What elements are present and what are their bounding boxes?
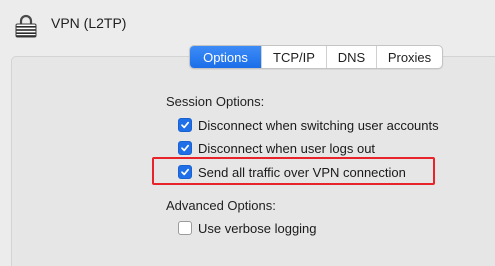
advanced-options-heading: Advanced Options: (166, 198, 276, 213)
verbose-logging-option[interactable]: Use verbose logging (178, 219, 317, 237)
tab-proxies[interactable]: Proxies (376, 46, 442, 68)
disconnect-switching-label[interactable]: Disconnect when switching user accounts (198, 118, 439, 133)
vpn-lock-icon (13, 13, 39, 39)
tab-options[interactable]: Options (190, 46, 261, 68)
checkmark-icon (181, 144, 190, 152)
disconnect-logout-checkbox[interactable] (178, 141, 192, 155)
session-options-heading: Session Options: (166, 94, 265, 109)
verbose-logging-label[interactable]: Use verbose logging (198, 221, 317, 236)
service-title: VPN (L2TP) (51, 15, 127, 31)
highlight-box (152, 157, 435, 185)
disconnect-logout-option[interactable]: Disconnect when user logs out (178, 139, 375, 157)
disconnect-logout-label[interactable]: Disconnect when user logs out (198, 141, 375, 156)
tab-tcp-ip[interactable]: TCP/IP (261, 46, 326, 68)
disconnect-switching-option[interactable]: Disconnect when switching user accounts (178, 116, 439, 134)
disconnect-switching-checkbox[interactable] (178, 118, 192, 132)
tab-bar: Options TCP/IP DNS Proxies (189, 45, 443, 69)
verbose-logging-checkbox[interactable] (178, 221, 192, 235)
tab-dns[interactable]: DNS (326, 46, 376, 68)
checkmark-icon (181, 121, 190, 129)
